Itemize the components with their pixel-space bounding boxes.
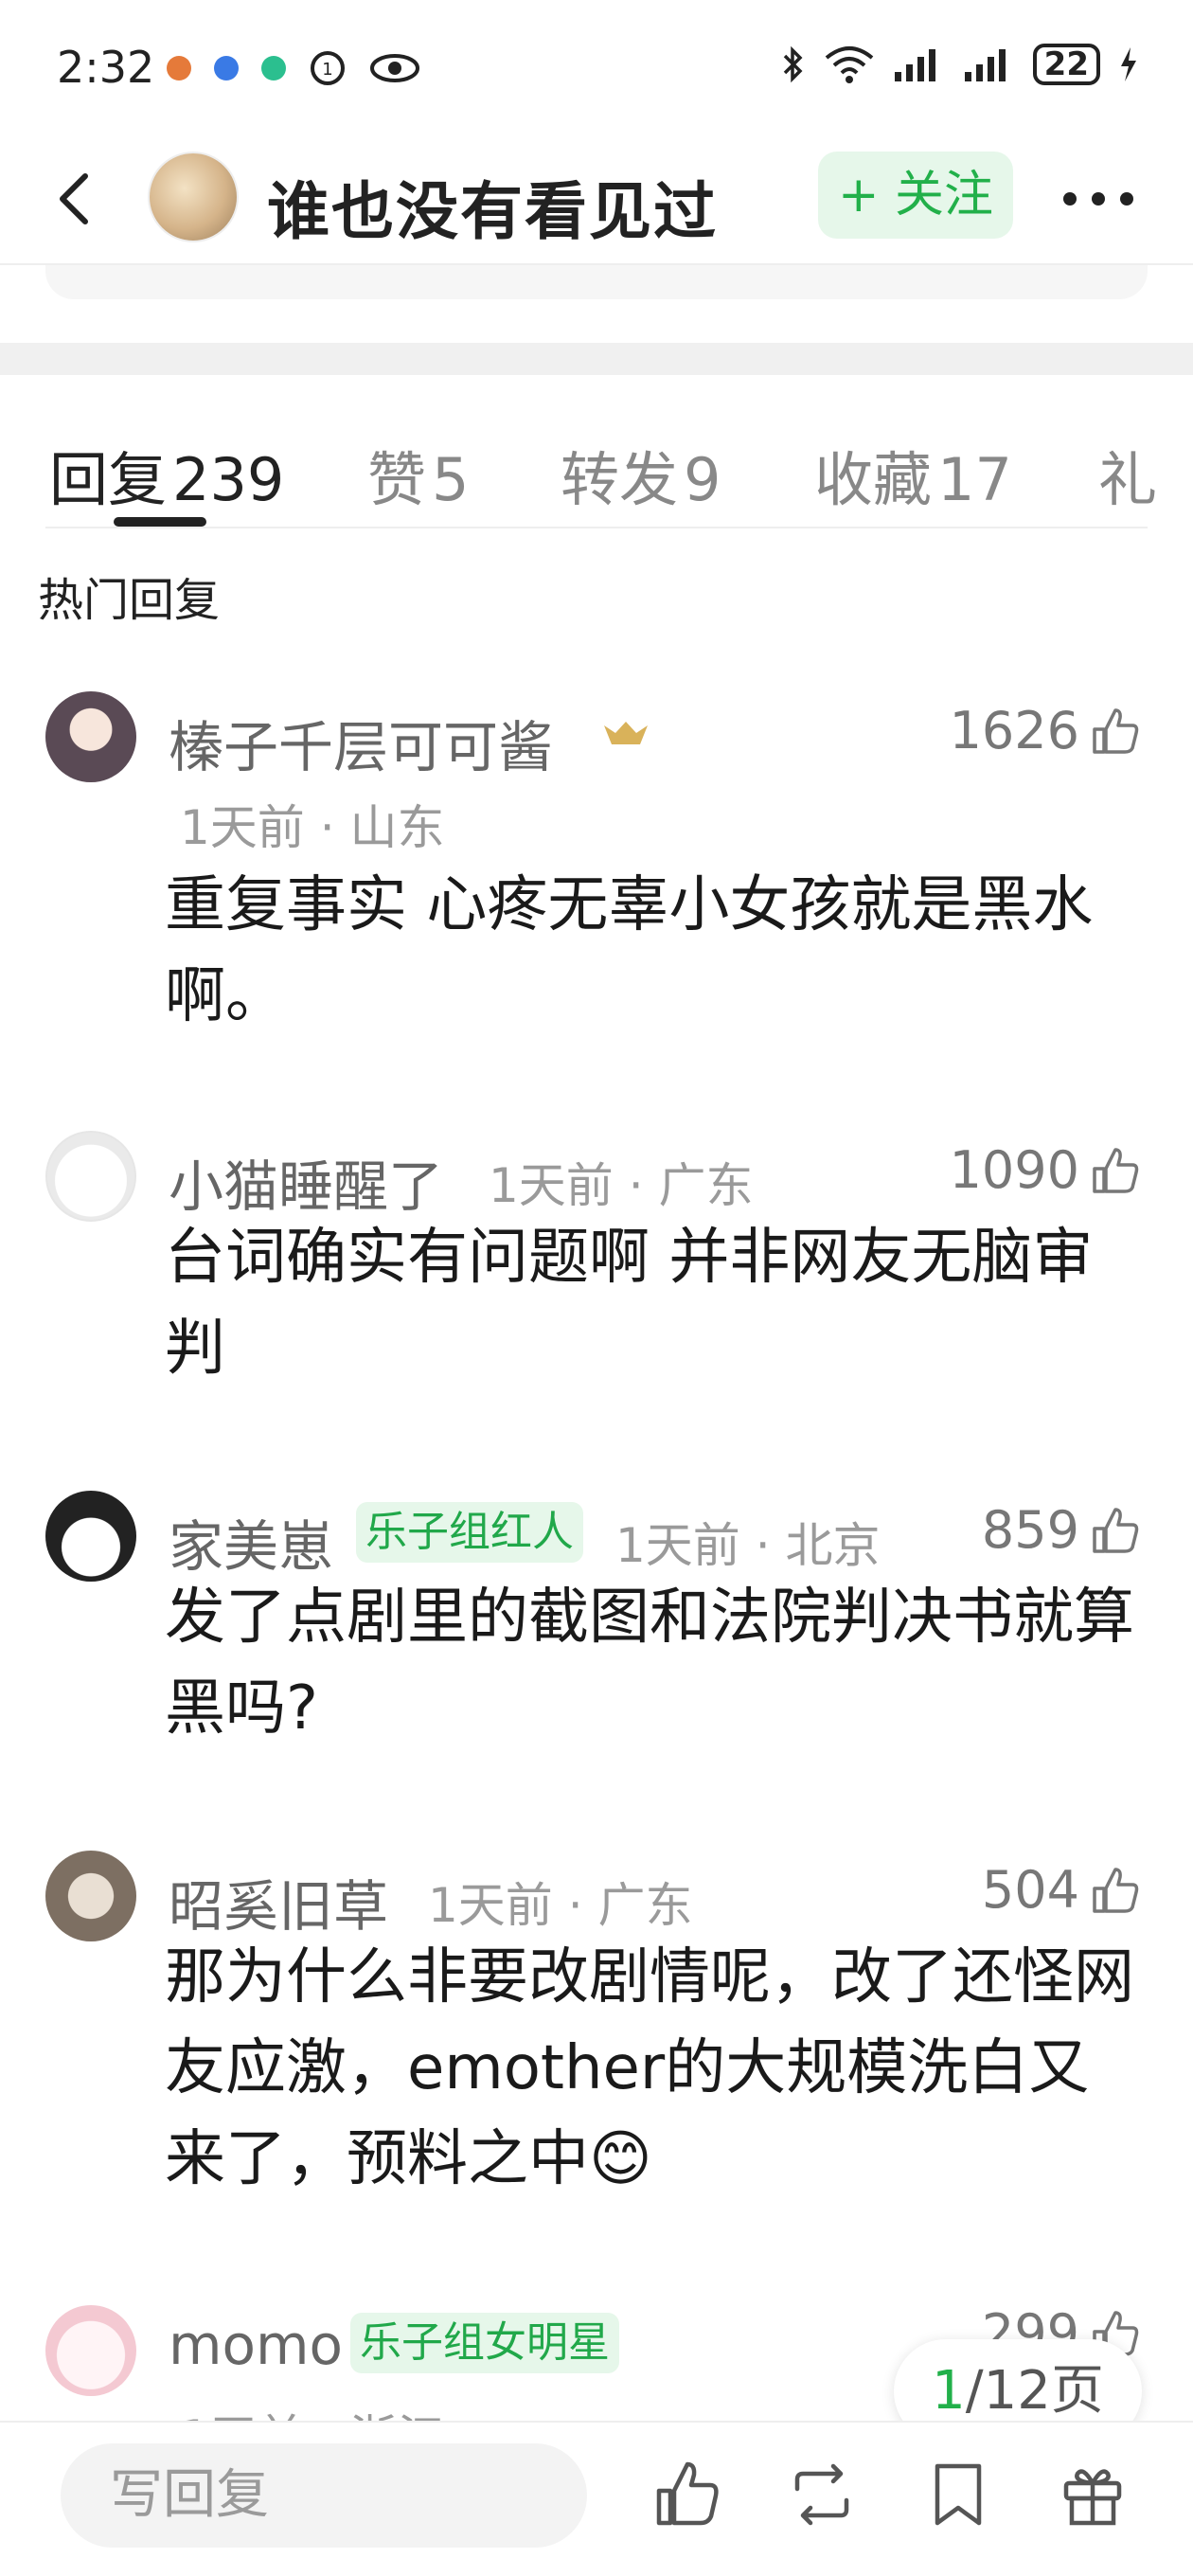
like-icon[interactable] [1089, 1144, 1142, 1197]
like-count[interactable]: 1626 [950, 701, 1142, 760]
like-number: 1090 [949, 1140, 1079, 1200]
tab-reposts[interactable]: 转发9 [561, 432, 721, 517]
like-icon[interactable] [1089, 705, 1142, 758]
gift-icon[interactable] [1055, 2457, 1131, 2532]
like-icon[interactable] [1089, 1864, 1142, 1917]
tab-replies[interactable]: 回复239 [49, 432, 284, 517]
bookmark-icon[interactable] [920, 2457, 996, 2532]
like-count[interactable]: 859 [982, 1500, 1142, 1560]
top-nav: 谁也没有看见过 + 关注 [0, 133, 1193, 265]
tabs-bar: 回复239 赞5 转发9 收藏17 礼 [0, 375, 1193, 527]
bottom-bar: 写回复 [0, 2421, 1193, 2576]
tab-label: 收藏 [814, 445, 933, 514]
tab-label: 赞 [367, 445, 427, 514]
charging-icon [1121, 47, 1136, 81]
comment-text[interactable]: 台词确实有问题啊 并非网友无脑审判 [165, 1212, 1149, 1394]
more-icon[interactable] [1051, 180, 1146, 218]
avatar[interactable] [45, 1491, 136, 1582]
comment-author[interactable]: 昭奚旧草 [169, 1862, 388, 1941]
system-icons: 22 [781, 44, 1140, 85]
like-number: 859 [981, 1500, 1079, 1560]
section-title: 热门回复 [38, 574, 221, 627]
status-time: 2:32 [57, 42, 155, 93]
app-notification-icon [167, 56, 191, 80]
tab-count: 9 [684, 445, 721, 514]
data-saver-icon: 1 [311, 51, 345, 85]
wifi-icon [825, 46, 873, 83]
avatar[interactable] [45, 691, 136, 782]
comment-meta: 1天前 · 广东 [428, 1878, 693, 1933]
like-icon[interactable] [650, 2457, 725, 2532]
avatar[interactable] [45, 1131, 136, 1222]
svg-text:1: 1 [322, 60, 332, 80]
comment-text[interactable]: 发了点剧里的截图和法院判决书就算黑吗? [165, 1572, 1149, 1754]
user-badge: 乐子组女明星 [350, 2313, 619, 2373]
comment-meta: 1天前 · 北京 [615, 1518, 881, 1573]
user-badge: 乐子组红人 [356, 1502, 583, 1563]
like-count[interactable]: 504 [982, 1860, 1142, 1920]
app-notification-icon [261, 56, 286, 80]
comment-meta: 1天前 · 广东 [489, 1158, 754, 1213]
comment-meta: 1天前 · 浙江 [180, 2400, 445, 2421]
tab-label: 转发 [561, 445, 679, 514]
current-page: 1 [932, 2360, 966, 2422]
divider [45, 527, 1148, 528]
tab-count: 17 [937, 445, 1012, 514]
tab-label: 回复 [49, 445, 168, 514]
notification-icons: 1 [167, 49, 420, 87]
comment-text[interactable]: 重复事实 心疼无辜小女孩就是黑水啊。 [165, 860, 1149, 1042]
follow-button[interactable]: + 关注 [818, 152, 1013, 239]
status-bar: 2:32 1 22 [0, 0, 1193, 133]
signal-icon [964, 49, 1006, 81]
comment-meta: 1天前 · 山东 [180, 800, 445, 855]
like-number: 504 [981, 1860, 1079, 1920]
comment-author[interactable]: 榛子千层可可酱 [169, 703, 553, 782]
post-card-bottom [45, 265, 1148, 299]
like-number: 1626 [949, 701, 1079, 760]
back-arrow-icon[interactable] [38, 161, 114, 237]
tab-active-indicator [114, 517, 206, 527]
tab-count: 5 [432, 445, 470, 514]
comment-text[interactable]: 那为什么非要改剧情呢，改了还怪网友应激，emother的大规模洗白又来了，预料之… [165, 1932, 1149, 2205]
comment-author[interactable]: 小猫睡醒了 [169, 1142, 443, 1222]
total-pages: /12页 [965, 2360, 1104, 2422]
tab-likes[interactable]: 赞5 [367, 432, 469, 517]
section-separator [0, 343, 1193, 375]
avatar[interactable] [45, 1851, 136, 1941]
tab-gifts[interactable]: 礼 [1098, 432, 1157, 517]
repost-icon[interactable] [784, 2457, 860, 2532]
reply-input[interactable]: 写回复 [61, 2443, 587, 2548]
avatar[interactable] [45, 2305, 136, 2396]
bluetooth-icon [783, 45, 803, 83]
comment-author[interactable]: 家美崽 [169, 1502, 333, 1582]
crown-icon [604, 722, 648, 744]
app-notification-icon [214, 56, 239, 80]
page-title[interactable]: 谁也没有看见过 [267, 161, 718, 252]
like-icon[interactable] [1089, 1504, 1142, 1557]
signal-icon [894, 49, 935, 81]
tab-favorites[interactable]: 收藏17 [814, 432, 1012, 517]
comment-author[interactable]: momo [169, 2313, 343, 2377]
group-avatar[interactable] [148, 152, 239, 242]
eye-icon [370, 54, 419, 82]
like-count[interactable]: 1090 [950, 1140, 1142, 1200]
battery-indicator: 22 [1032, 44, 1100, 85]
tab-count: 239 [172, 445, 285, 514]
tab-label: 礼 [1098, 445, 1158, 514]
